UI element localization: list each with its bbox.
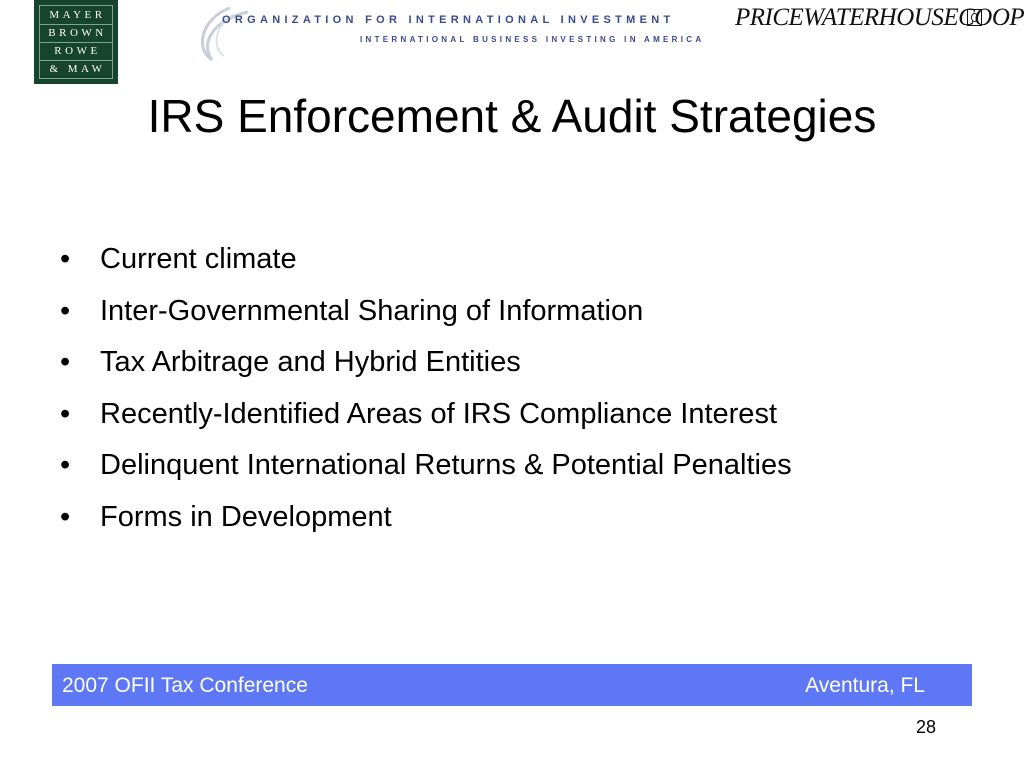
- list-item: • Current climate: [60, 234, 792, 286]
- slide: MAYER BROWN ROWE & MAW ORGANIZATION FOR …: [0, 0, 1024, 768]
- bullet-icon: •: [60, 397, 71, 430]
- ofii-logo-tagline: INTERNATIONAL BUSINESS INVESTING IN AMER…: [360, 35, 705, 44]
- bullet-icon: •: [60, 500, 71, 533]
- mayer-brown-logo-line: ROWE: [40, 43, 112, 61]
- bullet-text: Inter-Governmental Sharing of Informatio…: [100, 294, 644, 327]
- mayer-brown-logo-line: BROWN: [40, 25, 112, 43]
- bullet-list: • Current climate • Inter-Governmental S…: [60, 234, 792, 543]
- bullet-icon: •: [60, 346, 71, 378]
- mayer-brown-logo-frame: MAYER BROWN ROWE & MAW: [39, 5, 113, 79]
- list-item: • Delinquent International Returns & Pot…: [60, 440, 792, 492]
- mayer-brown-logo-line: MAYER: [40, 7, 112, 25]
- ofii-logo-title: ORGANIZATION FOR INTERNATIONAL INVESTMEN…: [222, 14, 675, 26]
- list-item: • Forms in Development: [60, 492, 792, 544]
- bullet-text: Recently-Identified Areas of IRS Complia…: [100, 397, 777, 430]
- bullet-icon: •: [60, 294, 71, 327]
- bullet-icon: •: [60, 449, 71, 481]
- mayer-brown-logo-line: & MAW: [49, 63, 106, 75]
- list-item: • Inter-Governmental Sharing of Informat…: [60, 286, 792, 338]
- pwc-trademark-icon: [967, 9, 982, 26]
- pwc-logo: PRICEWATERHOUSECOOPERS: [735, 4, 1024, 36]
- list-item: • Tax Arbitrage and Hybrid Entities: [60, 337, 792, 389]
- bullet-text: Current climate: [100, 243, 297, 275]
- bullet-text: Delinquent International Returns & Poten…: [100, 449, 792, 481]
- bullet-text: Tax Arbitrage and Hybrid Entities: [100, 346, 521, 378]
- footer-location: Aventura, FL: [805, 674, 925, 697]
- footer-conference-name: 2007 OFII Tax Conference: [62, 674, 308, 697]
- bullet-text: Forms in Development: [100, 500, 392, 533]
- bullet-icon: •: [60, 243, 71, 275]
- page-number: 28: [915, 717, 936, 737]
- footer-bar: 2007 OFII Tax Conference Aventura, FL: [52, 664, 972, 706]
- list-item: • Recently-Identified Areas of IRS Compl…: [60, 389, 792, 441]
- slide-title: IRS Enforcement & Audit Strategies: [147, 90, 877, 142]
- mayer-brown-logo: MAYER BROWN ROWE & MAW: [34, 0, 118, 84]
